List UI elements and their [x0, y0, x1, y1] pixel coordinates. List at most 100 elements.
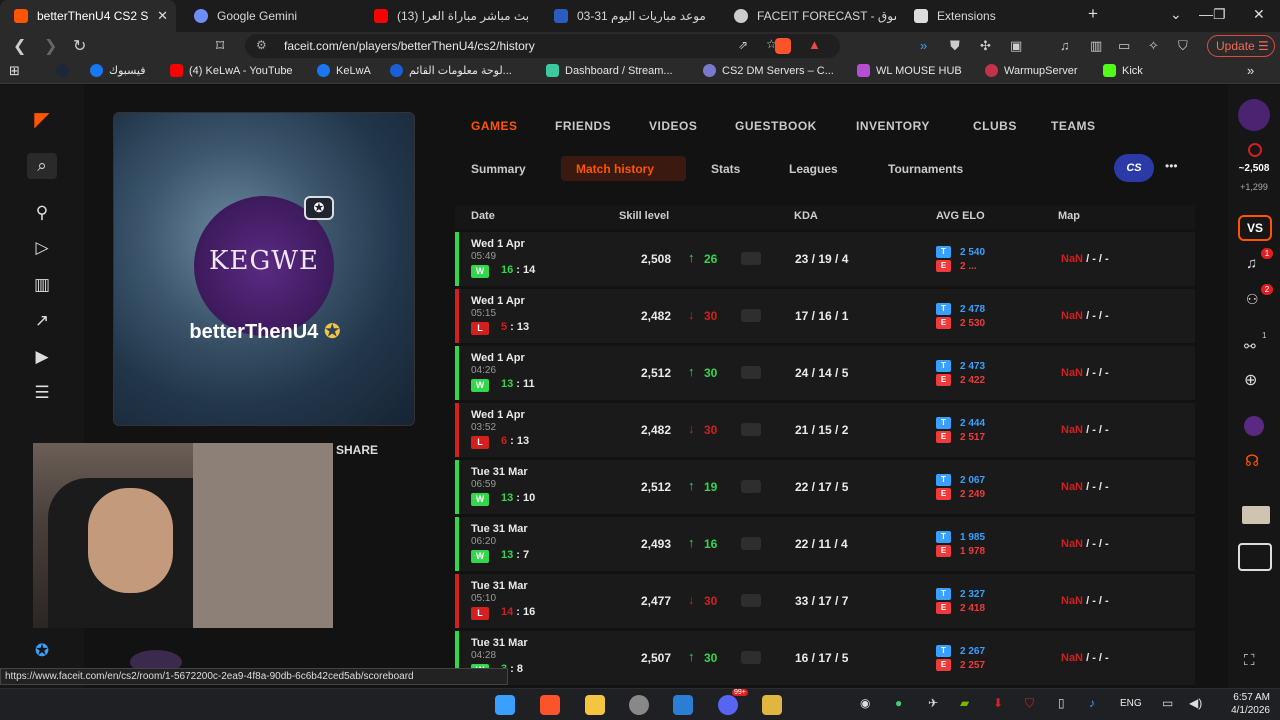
- tray-shield-icon[interactable]: ⛉: [1025, 696, 1034, 711]
- url-bar[interactable]: ⚙ faceit.com/en/players/betterThenU4/cs2…: [245, 34, 840, 58]
- tray-green-icon[interactable]: ●: [895, 696, 902, 710]
- premium-icon[interactable]: ✪: [30, 641, 54, 661]
- tab-videos[interactable]: VIDEOS: [649, 119, 697, 133]
- back-icon[interactable]: ❮: [13, 36, 26, 56]
- new-tab-button[interactable]: +: [1088, 4, 1098, 24]
- share-icon[interactable]: ⇗: [738, 38, 748, 52]
- chip-icon[interactable]: [1238, 543, 1272, 571]
- tab-faceit-forecast[interactable]: FACEIT FORECAST - سوق: [720, 0, 896, 32]
- bookmark-wl-mouse[interactable]: WL MOUSE HUB: [857, 64, 962, 77]
- eye-icon[interactable]: [741, 651, 761, 664]
- bookmark-warmup[interactable]: WarmupServer: [985, 64, 1078, 77]
- tab-clubs[interactable]: CLUBS: [973, 119, 1017, 133]
- video-icon[interactable]: ▶: [30, 347, 54, 367]
- language-indicator[interactable]: ENG: [1120, 698, 1142, 709]
- table-row[interactable]: Wed 1 Apr 05:49 W 16 : 14 2,508 ↑ 26 23 …: [455, 232, 1195, 286]
- wallet-icon[interactable]: ▭: [1118, 38, 1130, 54]
- steam-tray-icon[interactable]: ◉: [860, 696, 870, 710]
- search-icon[interactable]: ⌕: [27, 153, 57, 179]
- bookmark-icon[interactable]: ⌑: [216, 36, 224, 56]
- user-avatar[interactable]: [1238, 99, 1270, 131]
- bookmark-kick[interactable]: Kick: [1103, 64, 1143, 77]
- eye-icon[interactable]: [741, 366, 761, 379]
- eye-icon[interactable]: [741, 252, 761, 265]
- tray-red-icon[interactable]: ⬇: [993, 696, 1003, 710]
- forward-icon[interactable]: ❯: [44, 36, 57, 56]
- eye-icon[interactable]: [741, 537, 761, 550]
- tab-faceit[interactable]: betterThenU4 CS2 S ✕: [0, 0, 176, 32]
- toolbox-icon[interactable]: [762, 695, 782, 715]
- bookmark-facebook-ar[interactable]: فيسبوك: [90, 64, 145, 77]
- windows-start-icon[interactable]: [495, 695, 515, 715]
- close-window-icon[interactable]: ✕: [1253, 6, 1265, 23]
- shield-extension-icon[interactable]: ⛊: [950, 38, 960, 54]
- tab-guestbook[interactable]: GUESTBOOK: [735, 119, 817, 133]
- extension-icon[interactable]: »: [920, 38, 927, 53]
- puzzle-extension-icon[interactable]: ✣: [980, 38, 991, 54]
- minimize-icon[interactable]: —: [1199, 6, 1213, 22]
- table-row[interactable]: Tue 31 Mar 05:10 L 14 : 16 2,477 ↓ 30 33…: [455, 574, 1195, 628]
- tab-gemini[interactable]: Google Gemini: [180, 0, 356, 32]
- leaderboard-icon[interactable]: ▥: [30, 275, 54, 295]
- volume-icon[interactable]: ◀): [1189, 696, 1202, 710]
- screen-extension-icon[interactable]: ▣: [1010, 38, 1022, 54]
- share-button[interactable]: SHARE: [336, 443, 378, 457]
- col-date[interactable]: Date: [471, 210, 495, 222]
- faceit-logo-icon[interactable]: ◤: [30, 107, 54, 131]
- bookmark-streamelements[interactable]: Dashboard / Stream...: [546, 64, 673, 77]
- site-info-icon[interactable]: ⚙: [256, 38, 267, 52]
- table-row[interactable]: Wed 1 Apr 03:52 L 6 : 13 2,482 ↓ 30 21 /…: [455, 403, 1195, 457]
- add-icon[interactable]: ⊕: [1244, 370, 1257, 390]
- file-explorer-icon[interactable]: [585, 695, 605, 715]
- tab-youtube-live[interactable]: (13) بث مباشر مباراة العرا: [360, 0, 536, 32]
- col-map[interactable]: Map: [1058, 210, 1080, 222]
- table-row[interactable]: Tue 31 Mar 04:28 W 3 : 8 2,507 ↑ 30 16 /…: [455, 631, 1195, 685]
- system-clock[interactable]: 6:57 AM 4/1/2026: [1218, 691, 1270, 717]
- discord-icon[interactable]: [718, 695, 738, 715]
- find-players-icon[interactable]: ⚲: [30, 203, 54, 223]
- club-icon[interactable]: [1244, 416, 1264, 436]
- subtab-stats[interactable]: Stats: [711, 162, 740, 176]
- chat-icon[interactable]: ⛶: [1244, 652, 1255, 669]
- support-headset-icon[interactable]: ☊: [1245, 451, 1259, 471]
- tab-friends[interactable]: FRIENDS: [555, 119, 611, 133]
- friends-icon[interactable]: ⚇: [1246, 291, 1259, 308]
- tab-search-icon[interactable]: ⌄: [1170, 6, 1182, 23]
- eye-icon[interactable]: [741, 309, 761, 322]
- table-row[interactable]: Tue 31 Mar 06:59 W 13 : 10 2,512 ↑ 19 22…: [455, 460, 1195, 514]
- music-icon[interactable]: ♫: [1060, 38, 1070, 53]
- col-avg-elo[interactable]: AVG ELO: [936, 210, 985, 222]
- apps-grid-icon[interactable]: ⊞: [9, 63, 20, 79]
- close-tab-icon[interactable]: ✕: [157, 8, 168, 24]
- ad-thumbnail[interactable]: [1242, 506, 1270, 524]
- stats-icon[interactable]: ↗: [30, 311, 54, 331]
- vs-button[interactable]: VS: [1238, 215, 1272, 241]
- tray-plane-icon[interactable]: ✈: [928, 696, 938, 710]
- game-selector-cs2[interactable]: CS: [1114, 154, 1154, 182]
- tray-device-icon[interactable]: ▯: [1058, 696, 1065, 710]
- steam-bookmark-icon[interactable]: [56, 64, 75, 77]
- col-skill-level[interactable]: Skill level: [619, 210, 669, 222]
- leo-ai-icon[interactable]: ✧: [1148, 38, 1159, 54]
- eye-icon[interactable]: [741, 594, 761, 607]
- table-row[interactable]: Wed 1 Apr 04:26 W 13 : 11 2,512 ↑ 30 24 …: [455, 346, 1195, 400]
- tab-matches-today[interactable]: موعد مباريات اليوم 31-03: [540, 0, 716, 32]
- eye-icon[interactable]: [741, 423, 761, 436]
- microphone-icon[interactable]: ♪: [1089, 696, 1095, 710]
- reload-icon[interactable]: ↻: [73, 36, 86, 56]
- sidebar-icon[interactable]: ▥: [1090, 38, 1102, 54]
- subtab-match-history[interactable]: Match history: [576, 162, 654, 176]
- col-kda[interactable]: KDA: [794, 210, 818, 222]
- brave-shields-icon[interactable]: [775, 38, 791, 54]
- table-row[interactable]: Wed 1 Apr 05:15 L 5 : 13 2,482 ↓ 30 17 /…: [455, 289, 1195, 343]
- obs-icon[interactable]: [629, 695, 649, 715]
- bookmark-cs2-dm[interactable]: CS2 DM Servers – C...: [703, 64, 834, 77]
- update-button[interactable]: Update ☰: [1207, 35, 1275, 57]
- table-row[interactable]: Tue 31 Mar 06:20 W 13 : 7 2,493 ↑ 16 22 …: [455, 517, 1195, 571]
- tab-extensions[interactable]: Extensions: [900, 0, 1076, 32]
- party-icon[interactable]: ⚯: [1244, 338, 1256, 355]
- subtab-leagues[interactable]: Leagues: [789, 162, 838, 176]
- subtab-summary[interactable]: Summary: [471, 162, 526, 176]
- notifications-icon[interactable]: ♫: [1246, 255, 1257, 272]
- more-options-icon[interactable]: •••: [1165, 159, 1178, 173]
